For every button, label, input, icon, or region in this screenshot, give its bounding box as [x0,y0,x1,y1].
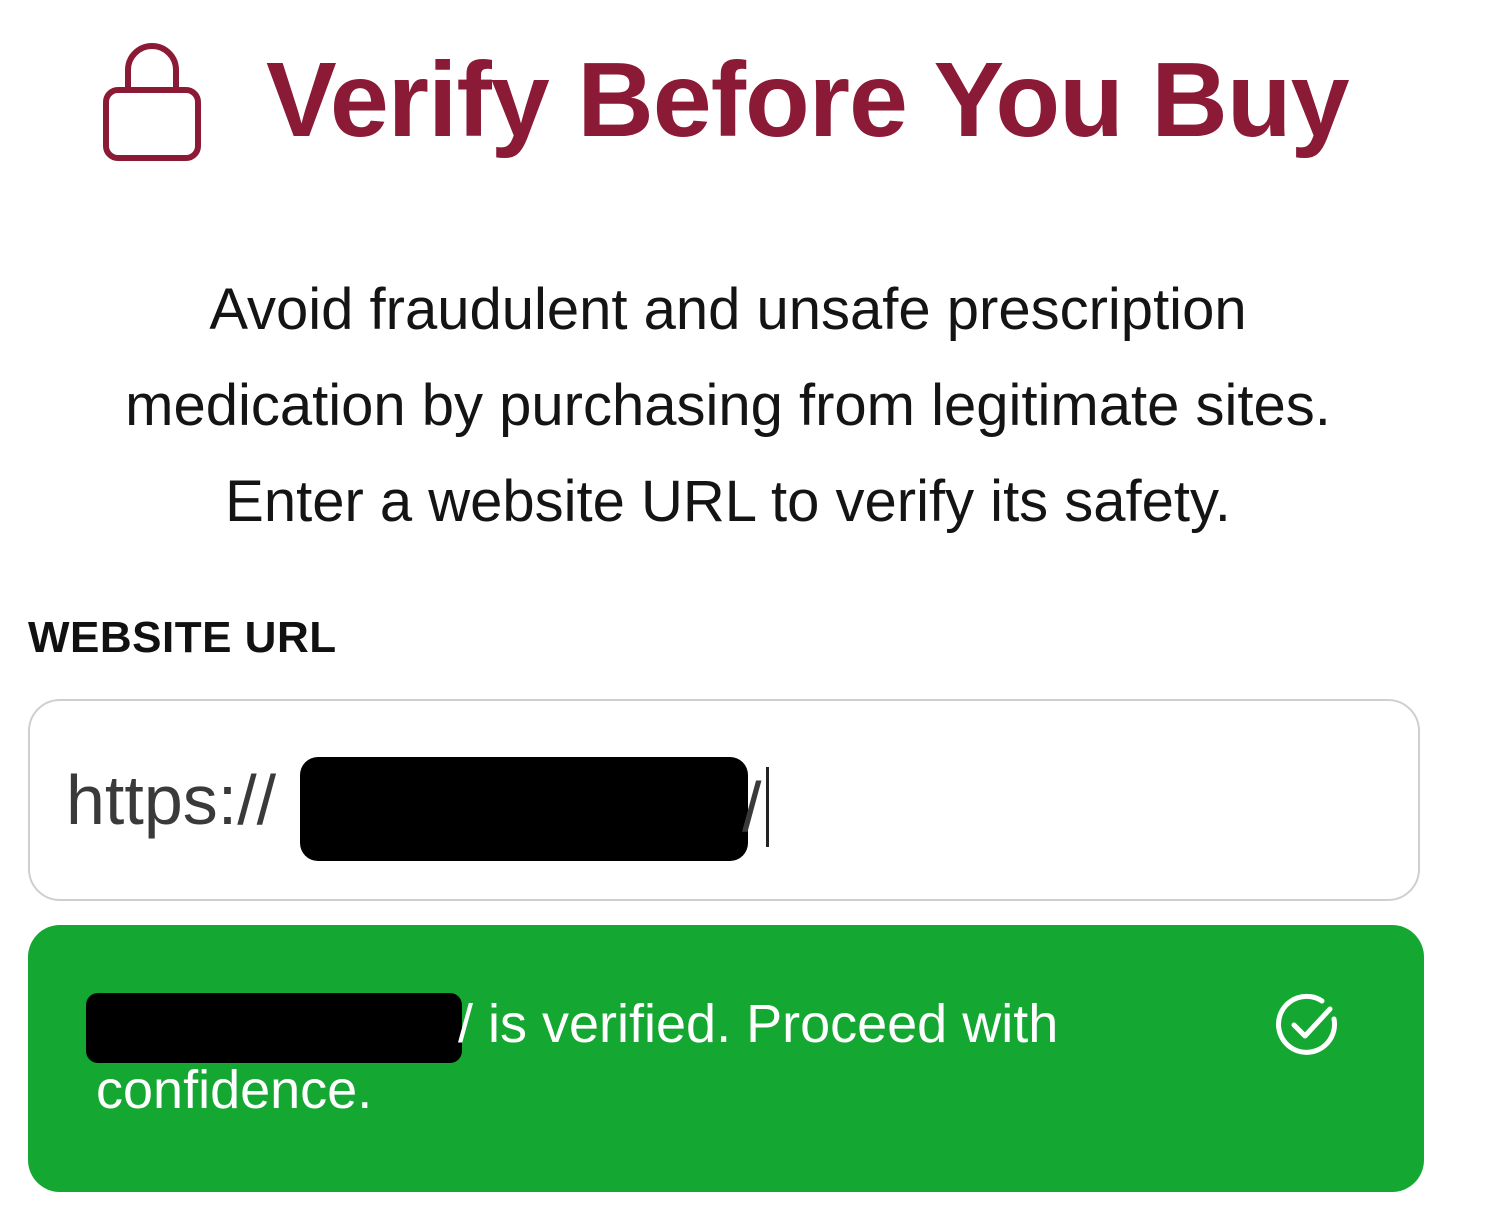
page-title: Verify Before You Buy [266,41,1350,159]
lock-icon [103,43,201,161]
description-line: Enter a website URL to verify its safety… [225,469,1231,534]
description-line: medication by purchasing from legitimate… [125,373,1331,438]
redaction-block [300,757,748,861]
url-input-suffix: / [742,768,762,846]
alert-message-line: / is verified. Proceed with [458,994,1059,1054]
url-input-value: https:// [66,761,277,839]
text-caret [766,767,769,847]
alert-message: / is verified. Proceed with confidence. [96,991,1196,1123]
website-url-label: WEBSITE URL [28,613,337,662]
description-line: Avoid fraudulent and unsafe prescription [209,277,1247,342]
verification-alert: / is verified. Proceed with confidence. [28,925,1424,1192]
website-url-input[interactable]: https:// / [28,699,1420,901]
header [100,28,204,168]
alert-message-line: confidence. [96,1060,373,1120]
check-circle-icon [1276,993,1337,1055]
description: Avoid fraudulent and unsafe prescription… [40,262,1416,550]
